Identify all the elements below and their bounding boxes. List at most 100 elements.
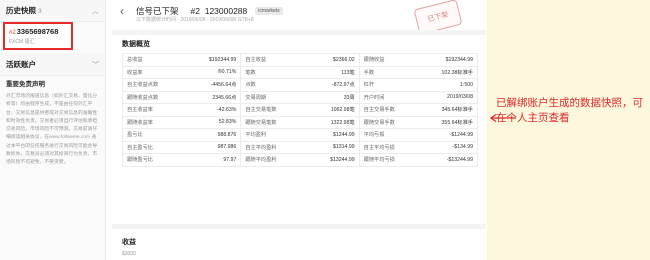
stat-value: -$13244.99 [446, 156, 473, 163]
stat-label: 自主平均亏损 [363, 144, 395, 151]
stat-label: 自主盈亏比 [127, 144, 153, 151]
account-server: FXCM 福汇 [9, 39, 35, 45]
stat-value: 33周 [343, 94, 355, 101]
stat-label: 收益率 [127, 69, 143, 76]
stats-period: 以下数据统计时间 · 2019/06/08 - 2019/06/08/ GTB+… [136, 17, 254, 23]
stat-cell: 自主平均盈利 $1314.99 [241, 141, 360, 153]
disclaimer-text: 外汇市场的报道信息（如外汇交易、量化分析等）均由程序生成，不是由任何外汇平台、交… [6, 94, 98, 166]
table-row: 总收益 $192344.99 自主收益 $2366.02 跟随收益 $192344.99 [123, 54, 478, 67]
chevron-left-icon[interactable]: ‹ [120, 4, 124, 18]
stat-cell: 盈亏比 988.876 [123, 129, 242, 141]
active-accounts-title: 活跃账户 [6, 60, 36, 69]
active-accounts-header[interactable]: 活跃账户 ﹀ [0, 54, 105, 76]
stat-cell: 交易周期 33周 [241, 91, 360, 103]
history-snapshot-header[interactable]: 历史快照 3 ︿ [0, 0, 105, 22]
sidebar: 历史快照 3 ︿ #23365698768 FXCM 福汇 活跃账户 ﹀ 重要免责… [0, 0, 106, 260]
stat-cell: 杠杆 1:500 [360, 79, 478, 91]
stat-cell: 点数 -872.97点 [241, 79, 360, 91]
stat-value: $192344.99 [445, 56, 473, 63]
main-panel: ‹ 信号已下架 #2 123000288 icmarkets 以下数据统计时间 … [112, 0, 486, 260]
stat-value: 345.64标准手 [441, 107, 473, 114]
stat-label: 自主收益 [245, 57, 267, 64]
stat-cell: 自主收益点数 -4456.64点 [123, 79, 242, 91]
stat-cell: 跟随收益率 52.83% [123, 116, 242, 128]
stat-label: 跟随收益率 [127, 119, 153, 126]
stat-cell: 平均盈利 $1244.99 [241, 129, 360, 141]
table-row: 盈亏比 988.876 平均盈利 $1244.99 平均亏损 -$1244.99 [123, 129, 478, 142]
stat-label: 点数 [245, 82, 256, 89]
stat-label: 开户时间 [363, 94, 385, 101]
stat-label: 笔数 [245, 69, 256, 76]
stat-cell: 笔数 113笔 [241, 66, 360, 78]
stat-value: 97.97 [223, 156, 237, 163]
stat-value: 2345.66点 [212, 94, 237, 101]
stat-cell: 自主交易笔数 1062.98笔 [241, 104, 360, 116]
chevron-down-icon: ﹀ [92, 61, 99, 69]
stat-label: 手数 [363, 69, 375, 76]
disclaimer: 重要免责声明 外汇市场的报道信息（如外汇交易、量化分析等）均由程序生成，不是由任… [0, 78, 105, 168]
stat-label: 跟随交易笔数 [245, 119, 277, 126]
stat-cell: 平均亏损 -$1244.99 [360, 129, 478, 141]
stat-label: 平均亏损 [363, 132, 385, 139]
stat-value: 2019/03/08 [447, 94, 473, 101]
section-divider [112, 30, 486, 35]
stat-label: 盈亏比 [127, 132, 143, 139]
stat-value: 113笔 [341, 69, 355, 76]
stat-label: 自主平均盈利 [245, 144, 277, 151]
stat-value: $192344.99 [208, 56, 237, 63]
profit-chart-y-tick: $3000 [122, 251, 136, 257]
section-divider [112, 224, 486, 229]
stat-value: $13244.99 [330, 156, 355, 163]
stat-label: 自主交易笔数 [245, 107, 277, 114]
stat-cell: 跟随平均盈利 $13244.99 [241, 154, 360, 166]
stat-cell: 总收益 $192344.99 [123, 54, 242, 66]
stat-label: 交易周期 [245, 94, 267, 101]
stat-value: 52.83% [218, 119, 237, 126]
table-row: 跟随收益点数 2345.66点 交易周期 33周 开户时间 2019/03/08 [123, 91, 478, 104]
stat-cell: 自主平均亏损 -$134.99 [360, 141, 478, 153]
stat-cell: 开户时间 2019/03/08 [360, 91, 478, 103]
stat-label: 跟随收益点数 [127, 94, 159, 101]
stat-cell: 手数 102.38标准手 [360, 66, 478, 78]
stat-value: 102.38标准手 [441, 69, 473, 76]
stat-value: 355.64标准手 [441, 119, 473, 126]
stat-label: 跟随交易手数 [363, 119, 395, 126]
stat-cell: 跟随收益 $192344.99 [360, 54, 478, 66]
stat-value: $2366.02 [333, 56, 355, 63]
stat-value: 988.876 [217, 131, 237, 138]
stat-label: 杠杆 [363, 82, 375, 89]
table-row: 收益率 ®0.71% 笔数 113笔 手数 102.38标准手 [123, 66, 478, 79]
stat-label: 总收益 [127, 57, 143, 64]
history-count: 3 [38, 8, 42, 15]
stat-value: $1314.99 [333, 144, 355, 151]
history-snapshot-title: 历史快照 3 [6, 6, 42, 15]
account-snapshot-item[interactable]: #23365698768 FXCM 福汇 [3, 22, 73, 50]
stat-label: 跟随平均盈利 [245, 157, 277, 164]
stat-label: 跟随盈亏比 [127, 157, 153, 164]
stat-value: 1062.98笔 [330, 107, 355, 114]
stat-value: -$1244.99 [449, 131, 473, 138]
stat-cell: 跟随交易手数 355.64标准手 [360, 116, 478, 128]
stat-label: 跟随收益 [363, 57, 385, 64]
stat-value: ®0.71% [217, 69, 237, 76]
stat-value: -42.63% [217, 106, 237, 113]
stat-label: 平均盈利 [245, 132, 267, 139]
table-row: 自主盈亏比 987.986 自主平均盈利 $1314.99 自主平均亏损 -$134.99 [123, 141, 478, 154]
overview-title: 数据概览 [122, 41, 150, 48]
overview-table: 总收益 $192344.99 自主收益 $2366.02 跟随收益 $192344.99 收… [122, 53, 478, 167]
table-row: 自主收益点数 -4456.64点 点数 -872.97点 杠杆 1:500 [123, 79, 478, 92]
stat-cell: 自主收益率 -42.63% [123, 104, 242, 116]
table-row: 跟随收益率 52.83% 跟随交易笔数 1322.98笔 跟随交易手数 355.64标准手 [123, 116, 478, 129]
stat-label: 跟随平均亏损 [363, 157, 395, 164]
annotation-panel [487, 0, 650, 260]
stat-cell: 自主收益 $2366.02 [241, 54, 360, 66]
annotation-text: 已解绑账户生成的数据快照，可在个人主页查看 [496, 97, 643, 124]
chevron-up-icon: ︿ [92, 7, 99, 15]
signal-id: #2 123000288 [190, 6, 248, 16]
stat-cell: 自主盈亏比 987.986 [123, 141, 242, 153]
stat-cell: 跟随交易笔数 1322.98笔 [241, 116, 360, 128]
table-row: 自主收益率 -42.63% 自主交易笔数 1062.98笔 自主交易手数 345.64标准… [123, 104, 478, 117]
stat-cell: 收益率 ®0.71% [123, 66, 242, 78]
profit-chart-title: 收益 [122, 239, 136, 246]
stat-value: 1:500 [460, 81, 473, 88]
